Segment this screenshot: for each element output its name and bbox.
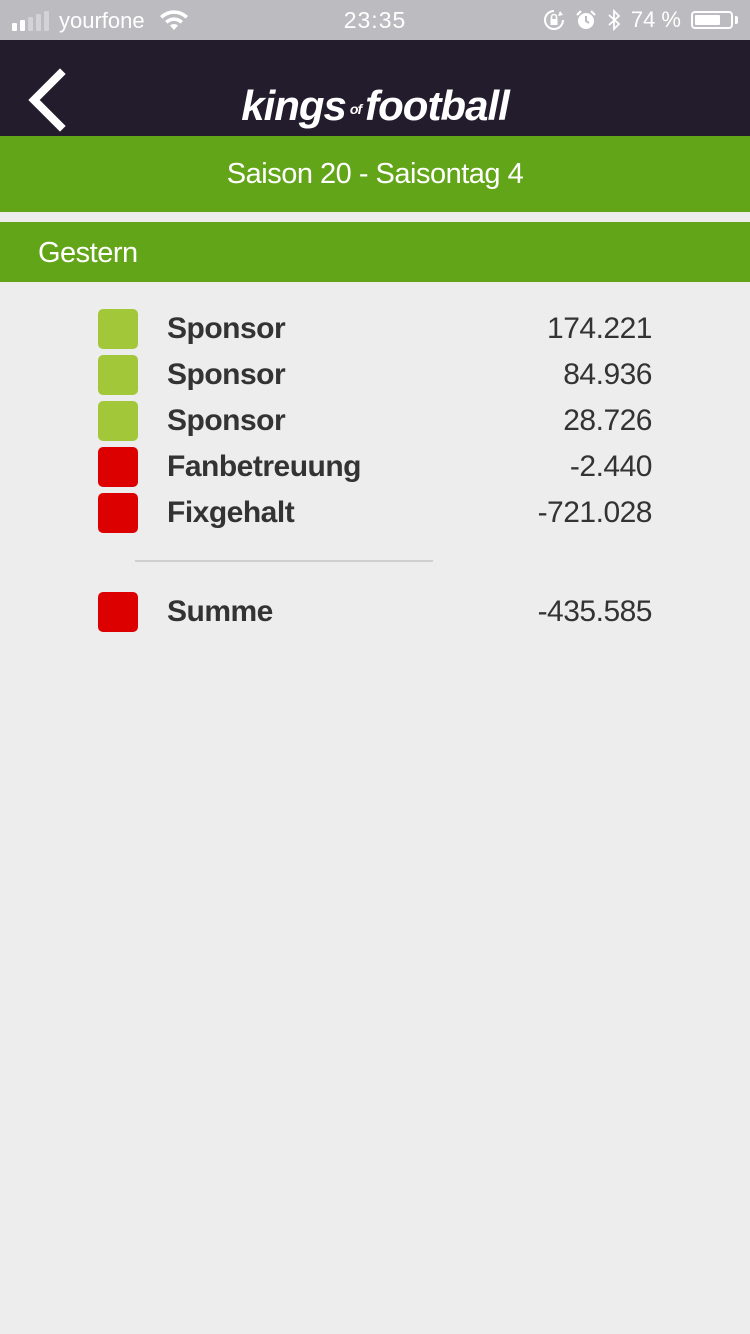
total-value: -435.585 (537, 595, 653, 628)
entry-label: Sponsor (167, 358, 286, 391)
total-row: Summe -435.585 (0, 589, 750, 635)
navigation-bar: kings offootball (0, 40, 750, 136)
season-title: Saison 20 - Saisontag 4 (0, 136, 750, 212)
negative-indicator (98, 447, 138, 487)
app-logo: kings offootball (0, 82, 750, 130)
status-bar: yourfone 23:35 74 % (0, 0, 750, 40)
logo-text-kings: kings (241, 82, 347, 129)
logo-text-of: of (349, 101, 362, 117)
positive-indicator (98, 309, 138, 349)
total-label: Summe (167, 595, 273, 628)
entry-row: Fixgehalt -721.028 (0, 490, 750, 536)
negative-indicator (98, 493, 138, 533)
entry-value: 84.936 (563, 358, 652, 391)
entry-row: Sponsor 84.936 (0, 352, 750, 398)
entry-value: -2.440 (569, 450, 653, 483)
entry-label: Fanbetreuung (167, 450, 362, 483)
negative-indicator (98, 592, 138, 632)
alarm-icon (576, 10, 596, 29)
status-right: 74 % (543, 7, 738, 33)
entry-row: Sponsor 28.726 (0, 398, 750, 444)
positive-indicator (98, 401, 138, 441)
sum-divider (135, 560, 433, 562)
entry-row: Sponsor 174.221 (0, 306, 750, 352)
rotation-lock-icon (543, 10, 564, 30)
entry-value: 174.221 (547, 312, 652, 345)
entry-row: Fanbetreuung -2.440 (0, 444, 750, 490)
entry-value: 28.726 (563, 404, 652, 437)
bluetooth-icon (608, 9, 621, 31)
section-header-gestern: Gestern (0, 222, 750, 282)
entry-label: Sponsor (167, 404, 286, 437)
positive-indicator (98, 355, 138, 395)
entry-label: Fixgehalt (167, 496, 295, 529)
entry-value: -721.028 (537, 496, 653, 529)
logo-text-football: football (365, 82, 510, 129)
battery-icon (691, 11, 738, 29)
entry-label: Sponsor (167, 312, 286, 345)
battery-percent: 74 % (630, 7, 681, 32)
